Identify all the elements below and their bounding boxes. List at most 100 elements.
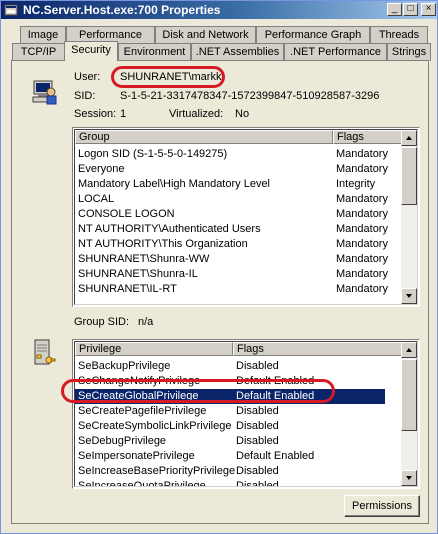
permissions-button[interactable]: Permissions [344, 495, 420, 517]
group-row-flags: Mandatory [336, 163, 388, 175]
group-sid-value: n/a [138, 316, 154, 328]
groups-scrollbar[interactable] [401, 130, 417, 304]
privilege-row[interactable]: SeChangeNotifyPrivilege Default Enabled [75, 374, 385, 389]
chevron-up-icon [406, 136, 412, 140]
group-sid-label: Group SID: [74, 316, 130, 328]
scroll-thumb[interactable] [401, 147, 417, 205]
group-row[interactable]: Mandatory Label\High Mandatory Level Inte… [75, 177, 385, 192]
group-row-name: SHUNRANET\IL-RT [78, 283, 177, 295]
close-button[interactable]: × [421, 3, 436, 16]
tab-net-assemblies[interactable]: .NET Assemblies [191, 43, 284, 61]
chevron-up-icon [406, 348, 412, 352]
server-key-icon [30, 338, 56, 371]
scroll-up-button[interactable] [401, 130, 417, 146]
group-row-name: LOCAL [78, 193, 115, 205]
privilege-row-flags: Default Enabled [236, 375, 315, 387]
privilege-row-name: SeBackupPrivilege [78, 360, 171, 372]
group-row-name: Logon SID (S-1-5-5-0-149275) [78, 148, 228, 160]
user-label: User: [74, 71, 101, 83]
group-row-flags: Mandatory [336, 238, 388, 250]
groups-list[interactable]: Group Flags Logon SID (S-1-5-5-0-149275)… [72, 127, 420, 307]
group-row[interactable]: NT AUTHORITY\This Organization Mandatory [75, 237, 388, 252]
group-row-flags: Mandatory [336, 193, 388, 205]
privilege-row-flags: Disabled [236, 420, 279, 432]
privilege-flags-column-header[interactable]: Flags [233, 342, 403, 356]
chevron-down-icon [406, 476, 412, 480]
title-bar[interactable]: NC.Server.Host.exe:700 Properties _ □ × [1, 1, 437, 19]
process-icon [4, 3, 18, 17]
tab-threads[interactable]: Threads [370, 26, 428, 44]
tab-disk-and-network[interactable]: Disk and Network [155, 26, 256, 44]
privilege-row[interactable]: SeDebugPrivilege Disabled [75, 434, 385, 449]
privilege-row-flags: Disabled [236, 405, 279, 417]
sid-value: S-1-5-21-3317478347-1572399847-510928587… [120, 90, 380, 102]
privilege-row-name: SeCreateGlobalPrivilege [78, 390, 199, 402]
flags-column-header[interactable]: Flags [333, 130, 403, 144]
privilege-row[interactable]: SeIncreaseQuotaPrivilege Disabled [75, 479, 385, 487]
group-row-name: CONSOLE LOGON [78, 208, 175, 220]
chevron-down-icon [406, 294, 412, 298]
group-row-flags: Mandatory [336, 148, 388, 160]
group-row[interactable]: LOCAL Mandatory [75, 192, 388, 207]
virtualized-label: Virtualized: [169, 108, 224, 120]
minimize-button[interactable]: _ [387, 3, 402, 16]
scroll-down-button[interactable] [401, 470, 417, 486]
privilege-row-name: SeChangeNotifyPrivilege [78, 375, 201, 387]
tab-environment[interactable]: Environment [118, 43, 191, 61]
maximize-button[interactable]: □ [403, 3, 418, 16]
privilege-column-header[interactable]: Privilege [75, 342, 233, 356]
group-row-name: SHUNRANET\Shunra-IL [78, 268, 198, 280]
group-row-flags: Mandatory [336, 208, 388, 220]
sid-label: SID: [74, 90, 96, 102]
group-row[interactable]: NT AUTHORITY\Authenticated Users Mandator… [75, 222, 388, 237]
privilege-row[interactable]: SeCreateGlobalPrivilege Default Enabled [75, 389, 385, 404]
group-row-name: NT AUTHORITY\Authenticated Users [78, 223, 261, 235]
user-value: SHUNRANET\markk [120, 71, 222, 83]
tab-performance-graph[interactable]: Performance Graph [256, 26, 370, 44]
group-row[interactable]: SHUNRANET\Shunra-WW Mandatory [75, 252, 388, 267]
privilege-row[interactable]: SeBackupPrivilege Disabled [75, 359, 385, 374]
tab-net-performance[interactable]: .NET Performance [284, 43, 387, 61]
scroll-thumb[interactable] [401, 359, 417, 431]
privilege-row[interactable]: SeCreateSymbolicLinkPrivilege Disabled [75, 419, 385, 434]
tab-security[interactable]: Security [64, 41, 118, 61]
session-label: Session: [74, 108, 117, 120]
tab-tcp-ip[interactable]: TCP/IP [12, 43, 65, 61]
group-row[interactable]: CONSOLE LOGON Mandatory [75, 207, 388, 222]
privilege-row-name: SeImpersonatePrivilege [78, 450, 195, 462]
group-column-header[interactable]: Group [75, 130, 333, 144]
privilege-row-name: SeCreatePagefilePrivilege [78, 405, 207, 417]
group-row-flags: Mandatory [336, 268, 388, 280]
privilege-row-name: SeCreateSymbolicLinkPrivilege [78, 420, 232, 432]
group-row[interactable]: Everyone Mandatory [75, 162, 388, 177]
group-row-name: SHUNRANET\Shunra-WW [78, 253, 210, 265]
scroll-down-button[interactable] [401, 288, 417, 304]
close-icon: × [425, 3, 432, 14]
privilege-row-name: SeIncreaseQuotaPrivilege [78, 480, 206, 487]
tab-image[interactable]: Image [20, 26, 66, 44]
group-row-name: Everyone [78, 163, 125, 175]
group-row-flags: Mandatory [336, 223, 388, 235]
scroll-up-button[interactable] [401, 342, 417, 358]
privileges-list[interactable]: Privilege Flags SeBackupPrivilege Disable… [72, 339, 420, 489]
privileges-scrollbar[interactable] [401, 342, 417, 486]
group-row[interactable]: SHUNRANET\Shunra-IL Mandatory [75, 267, 388, 282]
tab-strings[interactable]: Strings [387, 43, 431, 61]
privilege-row-flags: Default Enabled [236, 390, 315, 402]
group-row-name: Mandatory Label\High Mandatory Level [78, 178, 271, 190]
privilege-row[interactable]: SeImpersonatePrivilege Default Enabled [75, 449, 385, 464]
session-value: 1 [120, 108, 127, 120]
properties-window: NC.Server.Host.exe:700 Properties _ □ × … [0, 0, 438, 534]
group-row[interactable]: SHUNRANET\IL-RT Mandatory [75, 282, 388, 297]
privilege-row[interactable]: SeCreatePagefilePrivilege Disabled [75, 404, 385, 419]
minimize-icon: _ [391, 3, 398, 14]
group-row-flags: Integrity [336, 178, 376, 190]
group-row-flags: Mandatory [336, 283, 388, 295]
window-title: NC.Server.Host.exe:700 Properties [23, 3, 221, 17]
privilege-row[interactable]: SeIncreaseBasePriorityPrivilege Disabled [75, 464, 385, 479]
virtualized-value: No [235, 108, 250, 120]
privilege-row-flags: Disabled [236, 360, 279, 372]
privilege-row-flags: Disabled [236, 435, 279, 447]
maximize-icon: □ [407, 3, 414, 14]
group-row[interactable]: Logon SID (S-1-5-5-0-149275) Mandatory [75, 147, 388, 162]
